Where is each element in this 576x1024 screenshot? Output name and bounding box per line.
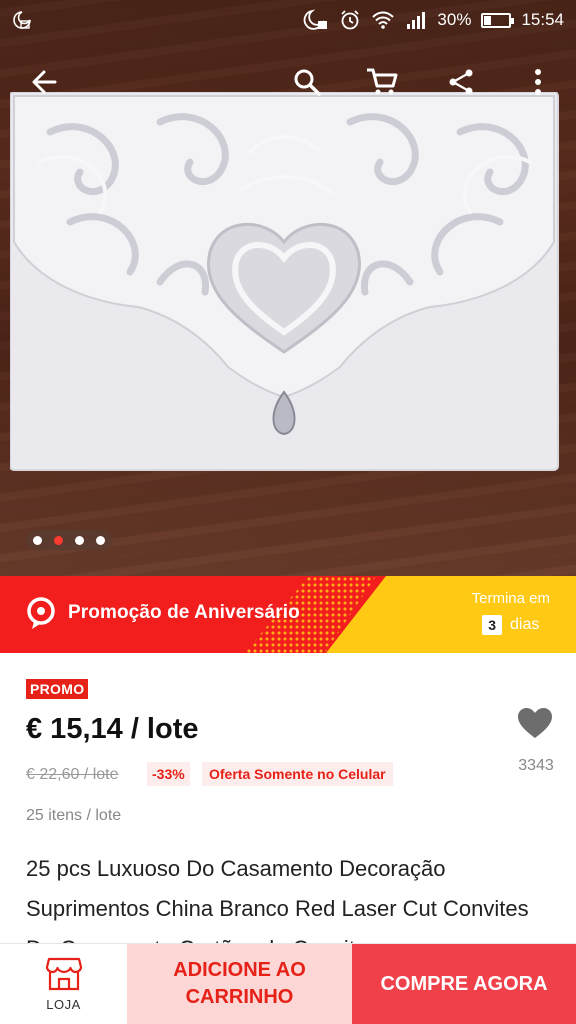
gallery-dot [54,535,63,545]
product-toolbar [0,58,576,110]
add-to-cart-button[interactable]: ADICIONE AO CARRINHO [127,944,352,1024]
battery-icon [481,12,515,28]
buy-now-button[interactable]: COMPRE AGORA [352,944,576,1024]
promo-badge: PROMO [26,679,89,699]
more-vert-icon [535,69,541,95]
battery-percent: 30% [437,10,472,29]
days-label: dias [510,616,540,633]
heart-icon [518,708,552,738]
product-price: € 15,14 / lote [26,713,199,745]
add-to-cart-label-line2: CARRINHO [185,986,294,1008]
back-button[interactable] [20,58,68,106]
back-arrow-icon [32,70,57,94]
days-value: 3 [482,615,503,635]
discount-badge: -33% [147,762,190,786]
wishlist-button[interactable] [512,707,558,744]
product-title: 25 pcs Luxuoso Do Casamento Decoração Su… [26,856,529,943]
signal-icon [407,12,426,29]
product-image-gallery[interactable]: 30% 15:54 [0,0,576,576]
cart-icon [367,68,398,95]
gallery-dot [75,535,84,545]
share-icon [449,69,473,95]
store-icon [45,957,82,990]
cart-button[interactable] [358,58,406,106]
do-not-disturb-icon [304,9,328,30]
clock: 15:54 [521,10,564,29]
wishlist-count: 3343 [518,757,554,774]
gallery-pager [26,530,112,550]
bottom-action-bar: LOJA ADICIONE AO CARRINHO COMPRE AGORA [0,943,576,1024]
gallery-dot [33,535,42,545]
promo-title: Promoção de Aniversário [68,602,300,623]
lot-info: 25 itens / lote [26,807,122,824]
product-details: PROMO € 15,14 / lote € 22,60 / lote -33%… [0,653,576,943]
search-button[interactable] [283,58,331,106]
anniversary-logo-icon [27,597,55,629]
notification-icon [13,11,31,29]
search-icon [294,69,321,96]
share-button[interactable] [437,58,485,106]
status-bar: 30% 15:54 [0,0,576,40]
add-to-cart-label-line1: ADICIONE AO [173,959,306,981]
buy-now-label: COMPRE AGORA [380,972,548,995]
ends-label: Termina em [471,590,550,607]
wifi-icon [372,11,395,29]
store-button[interactable]: LOJA [0,944,127,1024]
gallery-dot [96,535,105,545]
store-label: LOJA [46,996,81,1012]
promo-countdown: Termina em 3 dias [472,590,550,635]
more-options-button[interactable] [514,58,562,106]
product-photo [10,92,559,471]
mobile-offer-badge: Oferta Somente no Celular [202,762,393,786]
original-price: € 22,60 / lote [26,766,119,783]
alarm-icon [341,10,360,30]
promo-banner[interactable]: Promoção de Aniversário Termina em 3 dia… [0,576,576,653]
